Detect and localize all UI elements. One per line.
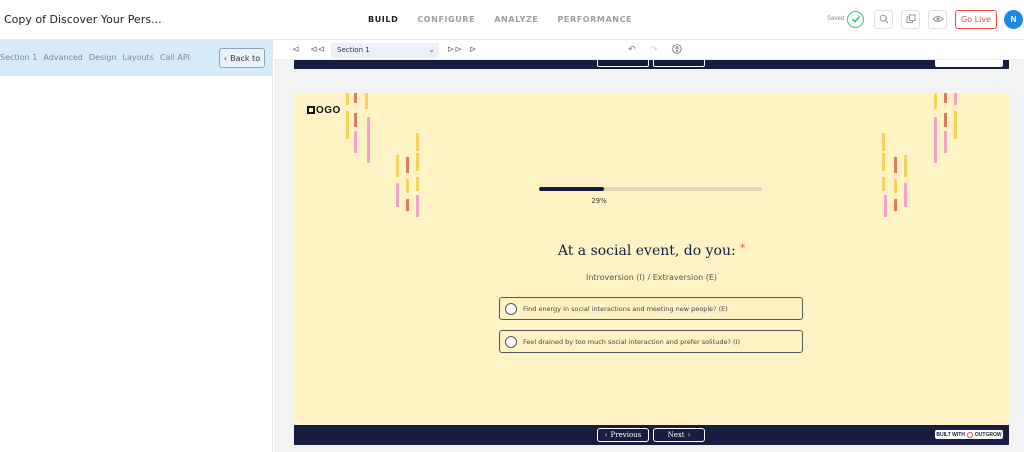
progress-label: 29%: [591, 197, 607, 205]
built-with-brand: OUTGROW: [974, 431, 1002, 438]
main-tabs: BUILD CONFIGURE ANALYZE PERFORMANCE: [368, 15, 651, 24]
question-text: At a social event, do you:: [557, 243, 736, 259]
tab-performance[interactable]: PERFORMANCE: [557, 15, 632, 24]
next-page-icon[interactable]: ⊳⊳: [447, 44, 462, 55]
avatar[interactable]: N: [1004, 9, 1023, 29]
logo-mark-icon: [307, 106, 315, 114]
question-subtitle: Introversion (I) / Extraversion (E): [585, 273, 718, 282]
radio-button[interactable]: [505, 336, 517, 348]
sidebar-tab-section[interactable]: Section 1: [0, 53, 37, 62]
progress-bar: [539, 187, 762, 191]
sidebar-tabs: Section 1 Advanced Design Layouts Call A…: [0, 53, 196, 62]
copy-icon: [906, 14, 916, 23]
previous-section-badge: [935, 60, 1003, 67]
editor-canvas: OGO 29% At a social event, do you: * Int…: [274, 60, 1024, 452]
next-button[interactable]: Next ›: [653, 428, 705, 442]
check-icon: [847, 10, 865, 28]
top-bar: Copy of Discover Your Pers... BUILD CONF…: [0, 0, 1024, 40]
editor-toolbar: ⊲ ⊲⊲ Section 1 ⌄ ⊳⊳ ⊳ ↶ ↷: [274, 40, 1024, 60]
logo-text: OGO: [316, 105, 341, 116]
sidebar-tab-call-api[interactable]: Call API: [160, 53, 190, 62]
back-button-label: Back to: [230, 53, 261, 63]
answer-option-extravert[interactable]: Find energy in social interactions and m…: [499, 297, 803, 320]
progress-bar-fill: [539, 187, 604, 191]
chevron-down-icon: ⌄: [428, 45, 435, 54]
duplicate-button[interactable]: [901, 9, 921, 29]
accessibility-icon[interactable]: [672, 44, 682, 56]
tab-build[interactable]: BUILD: [368, 15, 398, 24]
answer-option-introvert[interactable]: Feel drained by too much social interact…: [499, 330, 803, 353]
back-button[interactable]: ‹ Back to: [219, 48, 265, 68]
document-title[interactable]: Copy of Discover Your Pers...: [4, 13, 162, 26]
outgrow-logo-icon: [966, 431, 973, 438]
saved-status: Saved: [827, 16, 845, 22]
previous-button-label: Previous: [610, 431, 642, 439]
search-icon: [879, 14, 888, 24]
chevron-left-icon: ‹: [223, 53, 228, 63]
tab-analyze[interactable]: ANALYZE: [494, 15, 538, 24]
built-with-badge[interactable]: BUILT WITH OUTGROW: [935, 430, 1003, 439]
answer-option-label: Feel drained by too much social interact…: [523, 338, 741, 346]
previous-section-next-button: [653, 60, 705, 67]
next-button-label: Next: [667, 431, 685, 439]
eye-icon: [931, 16, 944, 22]
top-actions: Saved Go Live N: [827, 8, 1024, 30]
quiz-footer: ‹ Previous Next › BUILT WITH OUTGROW: [294, 425, 1009, 445]
last-page-icon[interactable]: ⊳: [469, 44, 477, 55]
previous-button[interactable]: ‹ Previous: [597, 428, 649, 442]
question-title: At a social event, do you: *: [294, 243, 1009, 259]
required-marker: *: [740, 243, 746, 254]
preview-button[interactable]: [928, 9, 948, 29]
sidebar-tab-advanced[interactable]: Advanced: [43, 53, 83, 62]
section-select-value: Section 1: [337, 46, 370, 54]
go-live-button[interactable]: Go Live: [955, 9, 997, 29]
quiz-card[interactable]: OGO 29% At a social event, do you: * Int…: [294, 93, 1009, 425]
chevron-left-icon: ‹: [604, 431, 608, 439]
radio-button[interactable]: [505, 303, 517, 315]
sidebar-header: Section 1 Advanced Design Layouts Call A…: [0, 40, 272, 76]
redo-icon[interactable]: ↷: [650, 44, 658, 55]
chevron-right-icon: ›: [687, 431, 691, 439]
sidebar-tab-layouts[interactable]: Layouts: [123, 53, 154, 62]
built-with-label: BUILT WITH: [936, 431, 965, 438]
previous-section-prev-button: [597, 60, 649, 67]
undo-icon[interactable]: ↶: [628, 44, 636, 55]
sidebar-tab-design[interactable]: Design: [89, 53, 117, 62]
sidebar: Section 1 Advanced Design Layouts Call A…: [0, 40, 273, 452]
previous-section-footer: [294, 60, 1009, 69]
previous-page-icon[interactable]: ⊲⊲: [310, 44, 325, 55]
search-button[interactable]: [874, 9, 894, 29]
logo: OGO: [307, 105, 341, 116]
section-select[interactable]: Section 1 ⌄: [331, 43, 439, 58]
tab-configure[interactable]: CONFIGURE: [417, 15, 475, 24]
first-page-icon[interactable]: ⊲: [292, 44, 300, 55]
answer-option-label: Find energy in social interactions and m…: [523, 305, 728, 313]
